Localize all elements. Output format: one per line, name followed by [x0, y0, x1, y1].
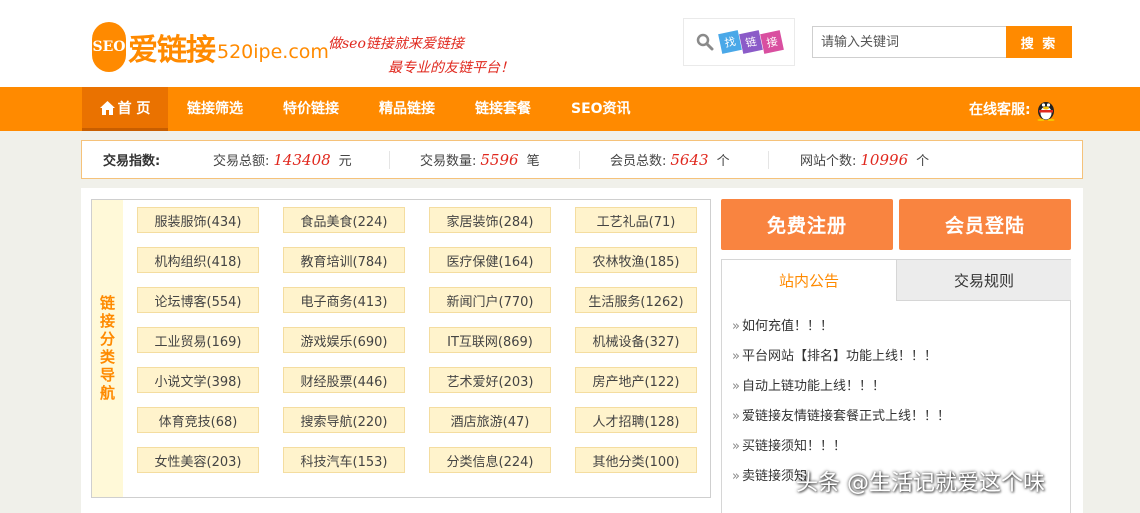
stat-label: 交易数量: [420, 154, 477, 169]
bullet-arrow-icon: » [732, 409, 740, 424]
register-button[interactable]: 免费注册 [721, 199, 893, 250]
divider [768, 151, 769, 169]
nav-home[interactable]: 首 页 [82, 87, 168, 131]
stat-unit: 个 [916, 154, 930, 169]
logo-domain: 520ipe.com [217, 41, 329, 63]
notice-item-text: 如何充值！！！ [741, 319, 833, 334]
category-button[interactable]: 工业贸易(169) [137, 327, 259, 353]
category-button[interactable]: 农林牧渔(185) [575, 247, 697, 273]
find-link-badge[interactable]: 找 链 接 [683, 18, 795, 66]
nav-premium-links[interactable]: 精品链接 [379, 87, 435, 131]
login-button[interactable]: 会员登陆 [899, 199, 1071, 250]
trade-stats-bar: 交易指数: 交易总额: 143408 元 交易数量: 5596 笔 会员总数: … [81, 140, 1083, 179]
category-button[interactable]: 新闻门户(770) [429, 287, 551, 313]
stat-unit: 元 [338, 154, 352, 169]
category-button[interactable]: 其他分类(100) [575, 447, 697, 473]
notice-item-text: 自动上链功能上线！！！ [741, 379, 885, 394]
tab-announcements[interactable]: 站内公告 [722, 260, 896, 301]
tab-trade-rules[interactable]: 交易规则 [896, 260, 1071, 301]
stat-value: 143408 [273, 150, 331, 169]
magnifier-icon [696, 33, 714, 51]
nav-special-links[interactable]: 特价链接 [283, 87, 339, 131]
nav-seo-news[interactable]: SEO资讯 [571, 87, 631, 131]
qq-penguin-icon [1037, 102, 1055, 121]
category-nav: 链接分类导航 服装服饰(434) 食品美食(224) 家居装饰(284) 工艺礼品(7… [91, 199, 711, 498]
stat-trade-count: 交易数量: 5596 笔 [420, 150, 540, 170]
online-service-label: 在线客服: [969, 102, 1031, 118]
bullet-arrow-icon: » [732, 379, 740, 394]
category-button[interactable]: 财经股票(446) [283, 367, 405, 393]
category-button[interactable]: 体育竞技(68) [137, 407, 259, 433]
bullet-arrow-icon: » [732, 319, 740, 334]
notice-item[interactable]: » 自动上链功能上线！！！ [732, 372, 950, 402]
category-button[interactable]: 电子商务(413) [283, 287, 405, 313]
stat-site-count: 网站个数: 10996 个 [800, 150, 930, 170]
notice-item-text: 平台网站【排名】功能上线！！！ [741, 349, 937, 364]
bullet-arrow-icon: » [732, 349, 740, 364]
category-button[interactable]: 分类信息(224) [429, 447, 551, 473]
bullet-arrow-icon: » [732, 469, 740, 484]
category-button[interactable]: 论坛博客(554) [137, 287, 259, 313]
nav-link-filter[interactable]: 链接筛选 [187, 87, 243, 131]
stat-unit: 笔 [526, 154, 540, 169]
category-button[interactable]: IT互联网(869) [429, 327, 551, 353]
finder-tag: 接 [760, 30, 784, 54]
search-button[interactable]: 搜 索 [1006, 26, 1072, 58]
logo-mark: SEO [92, 22, 126, 72]
category-button[interactable]: 酒店旅游(47) [429, 407, 551, 433]
category-button[interactable]: 人才招聘(128) [575, 407, 697, 433]
divider [579, 151, 580, 169]
search-input[interactable] [812, 26, 1006, 58]
notice-item[interactable]: » 爱链接友情链接套餐正式上线！！！ [732, 402, 950, 432]
watermark: 头条 @生活记就爱这个味 [796, 471, 1045, 496]
notice-item-text: 爱链接友情链接套餐正式上线！！！ [741, 409, 950, 424]
notice-item[interactable]: » 平台网站【排名】功能上线！！！ [732, 342, 950, 372]
stat-value: 5643 [670, 150, 709, 169]
stat-member-count: 会员总数: 5643 个 [610, 150, 730, 170]
stats-title: 交易指数: [103, 154, 161, 169]
stat-label: 交易总额: [213, 154, 270, 169]
category-button[interactable]: 生活服务(1262) [575, 287, 697, 313]
category-button[interactable]: 女性美容(203) [137, 447, 259, 473]
slogan-line-1: 做seo链接就来爱链接 [328, 36, 464, 52]
search-bar: 搜 索 [812, 26, 1072, 58]
bullet-arrow-icon: » [732, 439, 740, 454]
category-button[interactable]: 艺术爱好(203) [429, 367, 551, 393]
divider [389, 151, 390, 169]
notice-item-text: 买链接须知！！！ [741, 439, 846, 454]
category-button[interactable]: 小说文学(398) [137, 367, 259, 393]
site-header: SEO 爱链接 520ipe.com 做seo链接就来爱链接 最专业的友链平台！… [0, 0, 1140, 87]
notice-item[interactable]: » 买链接须知！！！ [732, 432, 950, 462]
stat-label: 会员总数: [610, 154, 667, 169]
category-button[interactable]: 搜索导航(220) [283, 407, 405, 433]
home-icon [99, 100, 115, 115]
category-button[interactable]: 食品美食(224) [283, 207, 405, 233]
category-button[interactable]: 医疗保健(164) [429, 247, 551, 273]
notice-item[interactable]: » 如何充值！！！ [732, 312, 950, 342]
category-button[interactable]: 机械设备(327) [575, 327, 697, 353]
category-button[interactable]: 家居装饰(284) [429, 207, 551, 233]
slogan: 做seo链接就来爱链接 最专业的友链平台！ [328, 32, 514, 80]
stat-label: 网站个数: [800, 154, 857, 169]
category-button[interactable]: 机构组织(418) [137, 247, 259, 273]
nav-link-packages[interactable]: 链接套餐 [475, 87, 531, 131]
category-nav-title: 链接分类导航 [92, 200, 123, 497]
category-button[interactable]: 房产地产(122) [575, 367, 697, 393]
logo-name: 爱链接 [128, 33, 216, 68]
category-button[interactable]: 游戏娱乐(690) [283, 327, 405, 353]
main-nav: 首 页 链接筛选 特价链接 精品链接 链接套餐 SEO资讯 在线客服: [0, 87, 1140, 131]
category-button[interactable]: 科技汽车(153) [283, 447, 405, 473]
stat-value: 5596 [480, 150, 519, 169]
category-button[interactable]: 工艺礼品(71) [575, 207, 697, 233]
stat-value: 10996 [860, 150, 909, 169]
nav-home-label: 首 页 [117, 100, 151, 117]
category-nav-title-text: 链接分类导航 [98, 294, 116, 403]
online-service[interactable]: 在线客服: [969, 87, 1057, 131]
category-button[interactable]: 服装服饰(434) [137, 207, 259, 233]
site-logo[interactable]: SEO 爱链接 520ipe.com [92, 22, 329, 72]
stat-unit: 个 [716, 154, 730, 169]
stat-total-amount: 交易总额: 143408 元 [213, 150, 352, 170]
category-button[interactable]: 教育培训(784) [283, 247, 405, 273]
slogan-line-2: 最专业的友链平台！ [388, 60, 514, 76]
